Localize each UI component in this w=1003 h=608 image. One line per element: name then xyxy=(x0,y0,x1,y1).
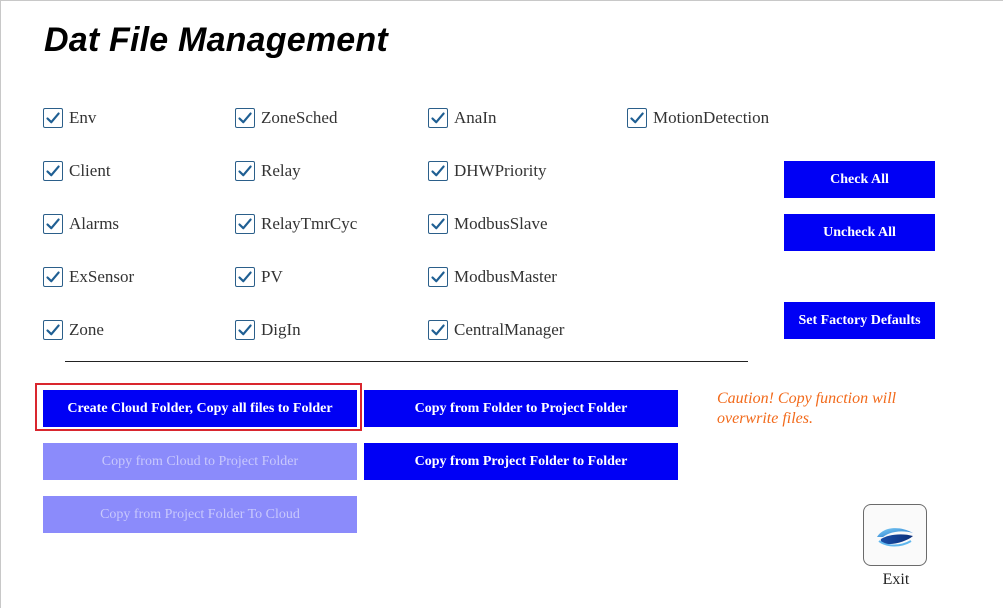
checkmark-icon xyxy=(238,324,252,336)
checkbox-box[interactable] xyxy=(235,320,255,340)
caution-message: Caution! Copy function will overwrite fi… xyxy=(717,390,897,427)
copy-project-to-cloud-button[interactable]: Copy from Project Folder To Cloud xyxy=(43,496,357,533)
checkbox-label: Client xyxy=(69,161,111,180)
checkbox-exsensor[interactable]: ExSensor xyxy=(43,265,134,289)
create-cloud-folder-button[interactable]: Create Cloud Folder, Copy all files to F… xyxy=(43,390,357,427)
checkmark-icon xyxy=(431,271,445,283)
checkbox-box[interactable] xyxy=(235,161,255,181)
checkbox-modbusslave[interactable]: ModbusSlave xyxy=(428,212,548,236)
checkbox-box[interactable] xyxy=(43,267,63,287)
uncheck-all-button[interactable]: Uncheck All xyxy=(784,214,935,251)
checkbox-pv[interactable]: PV xyxy=(235,265,283,289)
checkbox-label: DigIn xyxy=(261,320,301,339)
checkbox-box[interactable] xyxy=(428,108,448,128)
set-factory-defaults-button[interactable]: Set Factory Defaults xyxy=(784,302,935,339)
checkbox-box[interactable] xyxy=(235,108,255,128)
checkbox-client[interactable]: Client xyxy=(43,159,111,183)
checkmark-icon xyxy=(46,271,60,283)
checkbox-label: DHWPriority xyxy=(454,161,547,180)
checkbox-dhwpriority[interactable]: DHWPriority xyxy=(428,159,547,183)
checkbox-digin[interactable]: DigIn xyxy=(235,318,301,342)
checkmark-icon xyxy=(238,271,252,283)
checkmark-icon xyxy=(238,218,252,230)
checkmark-icon xyxy=(46,324,60,336)
checkmark-icon xyxy=(238,112,252,124)
checkbox-box[interactable] xyxy=(235,267,255,287)
checkbox-box[interactable] xyxy=(43,320,63,340)
checkbox-label: AnaIn xyxy=(454,108,497,127)
checkmark-icon xyxy=(431,218,445,230)
check-all-button[interactable]: Check All xyxy=(784,161,935,198)
dat-file-management-window: Dat File Management Env ZoneSched AnaIn … xyxy=(0,0,1003,608)
checkbox-env[interactable]: Env xyxy=(43,106,96,130)
checkmark-icon xyxy=(630,112,644,124)
checkbox-box[interactable] xyxy=(627,108,647,128)
checkbox-label: ExSensor xyxy=(69,267,135,286)
checkmark-icon xyxy=(431,112,445,124)
checkmark-icon xyxy=(431,165,445,177)
checkbox-centralmanager[interactable]: CentralManager xyxy=(428,318,564,342)
checkbox-zonesched[interactable]: ZoneSched xyxy=(235,106,337,130)
checkbox-zone[interactable]: Zone xyxy=(43,318,104,342)
checkbox-motiondetection[interactable]: MotionDetection xyxy=(627,106,769,130)
checkbox-relaytmrcyc[interactable]: RelayTmrCyc xyxy=(235,212,357,236)
checkbox-label: ModbusSlave xyxy=(454,214,548,233)
copy-folder-to-project-button[interactable]: Copy from Folder to Project Folder xyxy=(364,390,678,427)
checkbox-label: Alarms xyxy=(69,214,120,233)
checkbox-box[interactable] xyxy=(428,267,448,287)
checkbox-box[interactable] xyxy=(43,214,63,234)
checkbox-modbusmaster[interactable]: ModbusMaster xyxy=(428,265,557,289)
checkbox-label: ZoneSched xyxy=(261,108,338,127)
checkbox-anain[interactable]: AnaIn xyxy=(428,106,496,130)
checkmark-icon xyxy=(46,165,60,177)
exit-label: Exit xyxy=(882,571,910,588)
copy-cloud-to-project-button[interactable]: Copy from Cloud to Project Folder xyxy=(43,443,357,480)
checkbox-label: CentralManager xyxy=(454,320,565,339)
checkbox-label: RelayTmrCyc xyxy=(261,214,358,233)
checkbox-label: PV xyxy=(261,267,283,286)
checkbox-box[interactable] xyxy=(235,214,255,234)
checkbox-label: Relay xyxy=(261,161,301,180)
checkbox-box[interactable] xyxy=(43,161,63,181)
checkmark-icon xyxy=(46,218,60,230)
checkbox-alarms[interactable]: Alarms xyxy=(43,212,119,236)
checkbox-box[interactable] xyxy=(43,108,63,128)
checkbox-label: ModbusMaster xyxy=(454,267,557,286)
checkbox-relay[interactable]: Relay xyxy=(235,159,301,183)
exit-swoosh-icon xyxy=(877,528,913,547)
page-title: Dat File Management xyxy=(44,21,388,59)
checkbox-box[interactable] xyxy=(428,161,448,181)
exit-button[interactable] xyxy=(863,504,927,566)
checkbox-box[interactable] xyxy=(428,214,448,234)
checkmark-icon xyxy=(46,112,60,124)
checkbox-label: Env xyxy=(69,108,97,127)
checkmark-icon xyxy=(238,165,252,177)
checkbox-label: Zone xyxy=(69,320,104,339)
copy-project-to-folder-button[interactable]: Copy from Project Folder to Folder xyxy=(364,443,678,480)
checkbox-label: MotionDetection xyxy=(653,108,770,127)
checkmark-icon xyxy=(431,324,445,336)
section-divider xyxy=(65,361,748,362)
checkbox-box[interactable] xyxy=(428,320,448,340)
